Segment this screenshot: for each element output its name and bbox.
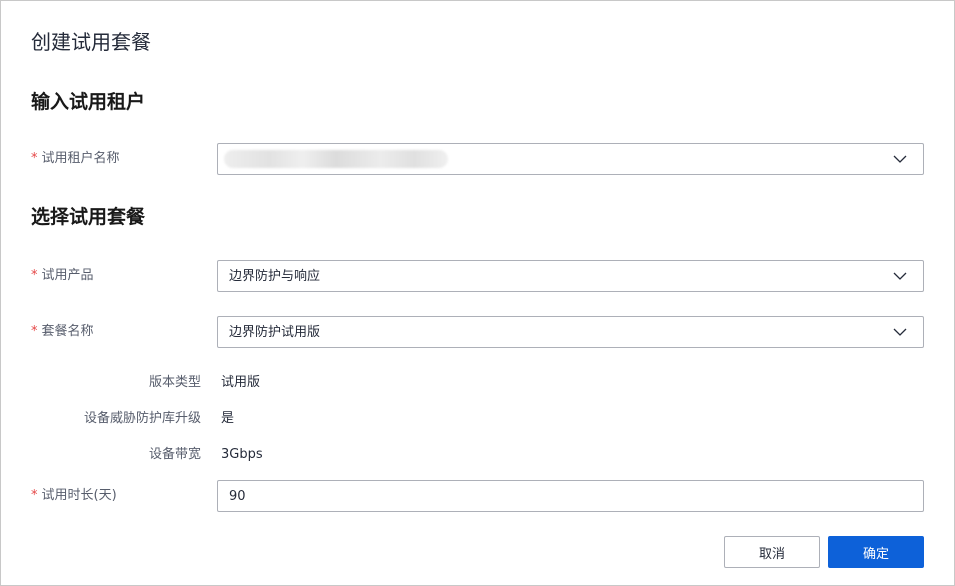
tenant-name-select[interactable] bbox=[217, 143, 924, 175]
required-mark: * bbox=[31, 324, 38, 339]
tenant-name-label: * 试用租户名称 bbox=[31, 151, 120, 166]
create-trial-package-dialog: 创建试用套餐 输入试用租户 * 试用租户名称 选择试用套餐 * 试用产品 边界防护与… bbox=[0, 0, 955, 586]
required-mark: * bbox=[31, 151, 38, 166]
threat-db-upgrade-label: 设备威胁防护库升级 bbox=[83, 411, 201, 426]
section-title-package: 选择试用套餐 bbox=[31, 206, 146, 228]
package-name-label: * 套餐名称 bbox=[31, 324, 94, 339]
version-type-value: 试用版 bbox=[221, 375, 261, 390]
dialog-title: 创建试用套餐 bbox=[31, 30, 151, 54]
redacted-tenant-name bbox=[224, 150, 448, 168]
duration-field[interactable] bbox=[217, 480, 924, 512]
package-name-select[interactable]: 边界防护试用版 bbox=[217, 316, 924, 348]
package-name-select-value: 边界防护试用版 bbox=[229, 325, 321, 340]
bandwidth-value: 3Gbps bbox=[221, 447, 263, 462]
bandwidth-label: 设备带宽 bbox=[148, 447, 201, 462]
chevron-down-icon bbox=[893, 272, 907, 280]
required-mark: * bbox=[31, 268, 38, 283]
cancel-button[interactable]: 取消 bbox=[724, 536, 820, 568]
confirm-button[interactable]: 确定 bbox=[828, 536, 924, 568]
version-type-label: 版本类型 bbox=[148, 375, 201, 390]
required-mark: * bbox=[31, 488, 38, 503]
chevron-down-icon bbox=[893, 155, 907, 163]
product-select[interactable]: 边界防护与响应 bbox=[217, 260, 924, 292]
chevron-down-icon bbox=[893, 328, 907, 336]
duration-label: * 试用时长(天) bbox=[31, 488, 117, 503]
section-title-tenant: 输入试用租户 bbox=[31, 91, 146, 113]
threat-db-upgrade-value: 是 bbox=[221, 411, 235, 426]
product-label: * 试用产品 bbox=[31, 268, 94, 283]
product-select-value: 边界防护与响应 bbox=[229, 269, 321, 284]
duration-input[interactable] bbox=[218, 481, 923, 511]
